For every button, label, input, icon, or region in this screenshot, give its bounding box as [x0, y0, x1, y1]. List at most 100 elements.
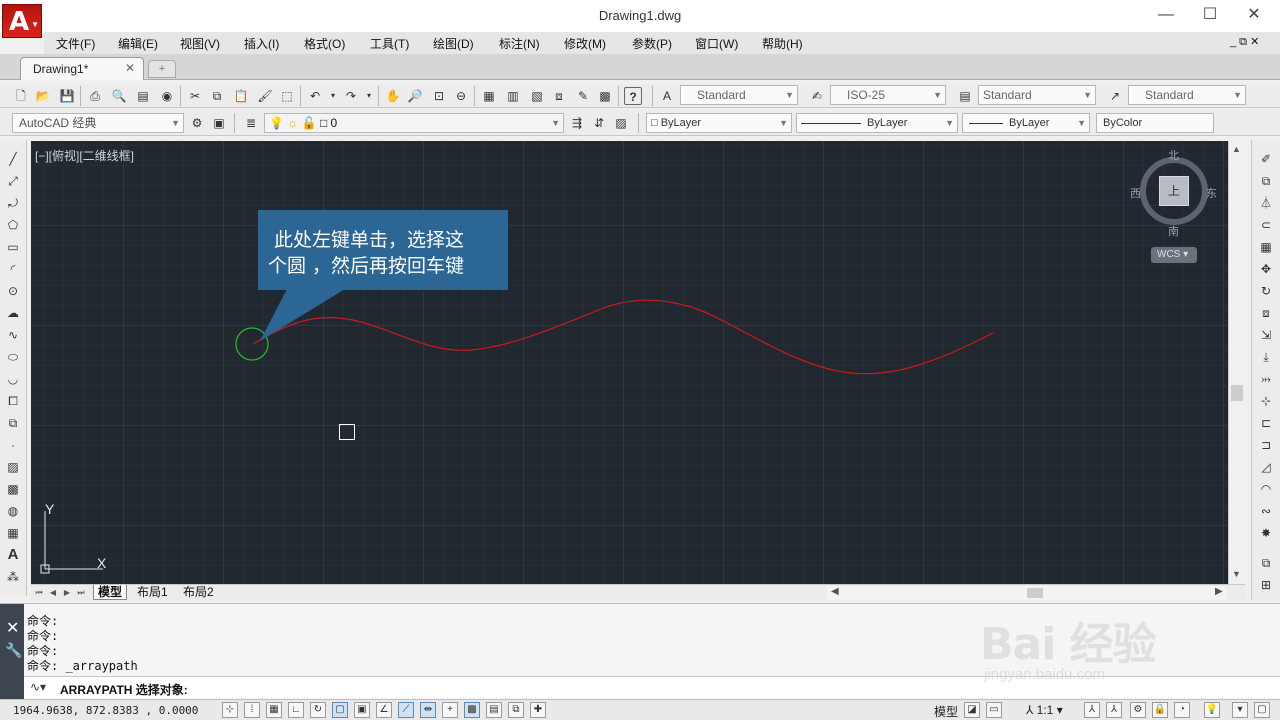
- zoom-realtime-icon[interactable]: 🔎: [406, 87, 424, 105]
- block-editor-icon[interactable]: ⬚: [278, 87, 296, 105]
- sheet-set-icon[interactable]: ⧈: [550, 87, 568, 105]
- layer-properties-icon[interactable]: ≣: [242, 114, 260, 132]
- insert-block-icon[interactable]: ⧠: [4, 392, 22, 410]
- multiline-text-icon[interactable]: A: [4, 546, 22, 564]
- point-icon[interactable]: ·: [4, 436, 22, 454]
- menu-window[interactable]: 窗口(W): [695, 35, 738, 52]
- quick-view-drawings-icon[interactable]: ▭: [986, 702, 1002, 718]
- menu-insert[interactable]: 插入(I): [244, 35, 279, 52]
- break-at-point-icon[interactable]: ⊹: [1257, 392, 1275, 410]
- menu-help[interactable]: 帮助(H): [762, 35, 803, 52]
- polygon-icon[interactable]: ⬠: [4, 216, 22, 234]
- layer-state-icon[interactable]: ▨: [612, 114, 630, 132]
- publish-icon[interactable]: ▤: [134, 87, 152, 105]
- model-space-label[interactable]: 模型: [934, 703, 958, 720]
- tab-drawing1[interactable]: Drawing1* ✕: [20, 57, 144, 80]
- menu-edit[interactable]: 编辑(E): [118, 35, 158, 52]
- last-layout-icon[interactable]: ⏭: [75, 586, 87, 599]
- explode-icon[interactable]: ✸: [1257, 524, 1275, 542]
- hatch-icon[interactable]: ▨: [4, 458, 22, 476]
- make-current-layer-icon[interactable]: ⇶: [568, 114, 586, 132]
- polar-tracking-icon[interactable]: ↻: [310, 702, 326, 718]
- horizontal-scrollbar[interactable]: ◀ ▶: [827, 586, 1227, 600]
- save-icon[interactable]: 💾: [58, 87, 76, 105]
- lineweight-toggle-icon[interactable]: +: [442, 702, 458, 718]
- calculator-icon[interactable]: ▩: [596, 87, 614, 105]
- fillet-icon[interactable]: ◠: [1257, 480, 1275, 498]
- minimize-button[interactable]: —: [1146, 4, 1186, 28]
- scroll-right-icon[interactable]: ▶: [1215, 586, 1223, 597]
- blend-curves-icon[interactable]: ∾: [1257, 502, 1275, 520]
- ortho-mode-icon[interactable]: ∟: [288, 702, 304, 718]
- circle-icon[interactable]: ⊙: [4, 282, 22, 300]
- command-spline-icon[interactable]: ∿▾: [30, 680, 46, 694]
- undo-icon[interactable]: ↶: [306, 87, 324, 105]
- rectangle-icon[interactable]: ▭: [4, 238, 22, 256]
- make-block-icon[interactable]: ⧉: [4, 414, 22, 432]
- region-icon[interactable]: ◍: [4, 502, 22, 520]
- multileader-style-select[interactable]: Standard ▼: [1128, 85, 1246, 105]
- dim-style-select[interactable]: ISO-25 ▼: [830, 85, 946, 105]
- scroll-left-icon[interactable]: ◀: [831, 586, 839, 597]
- viewcube-top-face[interactable]: 上: [1159, 176, 1189, 206]
- group-icon[interactable]: ⊞: [1257, 576, 1275, 594]
- cursor-coordinates[interactable]: 1964.9638, 872.8383 , 0.0000: [13, 704, 198, 717]
- 3d-object-snap-icon[interactable]: ▣: [354, 702, 370, 718]
- scroll-up-icon[interactable]: ▲: [1232, 144, 1241, 154]
- spline-icon[interactable]: ∿: [4, 326, 22, 344]
- lineweight-select[interactable]: ByLayer ▼: [962, 113, 1090, 133]
- annotation-scale[interactable]: ⅄ 1:1 ▾: [1026, 703, 1063, 717]
- undo-dropdown-icon[interactable]: ▾: [324, 87, 342, 105]
- customize-wrench-icon[interactable]: 🔧: [5, 642, 22, 659]
- dynamic-ucs-icon[interactable]: ⟋: [398, 702, 414, 718]
- offset-icon[interactable]: ⊂: [1257, 216, 1275, 234]
- dynamic-input-icon[interactable]: ⇹: [420, 702, 436, 718]
- table-icon[interactable]: ▦: [4, 524, 22, 542]
- layer-previous-icon[interactable]: ⇵: [590, 114, 608, 132]
- copy-icon[interactable]: ⧉: [208, 87, 226, 105]
- horizontal-scroll-thumb[interactable]: [1027, 588, 1043, 598]
- markup-icon[interactable]: ✎: [574, 87, 592, 105]
- object-snap-icon[interactable]: ▢: [332, 702, 348, 718]
- menu-view[interactable]: 视图(V): [180, 35, 220, 52]
- polyline-icon[interactable]: ⤾: [4, 194, 22, 212]
- linetype-select[interactable]: ByLayer ▼: [796, 113, 958, 133]
- arc-icon[interactable]: ◜: [4, 260, 22, 278]
- open-icon[interactable]: 📂: [34, 87, 52, 105]
- previous-layout-icon[interactable]: ◀: [47, 586, 59, 599]
- properties-icon[interactable]: ▦: [480, 87, 498, 105]
- help-icon[interactable]: ?: [624, 87, 642, 105]
- close-command-window-icon[interactable]: ✕: [6, 618, 19, 638]
- drawing-canvas[interactable]: [−][俯视][二维线框] 此处左键单击，选择这 个圆 ，然后再按回车键 上 北…: [31, 141, 1228, 584]
- grid-display-icon[interactable]: ▦: [266, 702, 282, 718]
- quick-properties-icon[interactable]: ▤: [486, 702, 502, 718]
- menu-draw[interactable]: 绘图(D): [433, 35, 474, 52]
- snap-mode-icon[interactable]: ⁞: [244, 702, 260, 718]
- lock-ui-icon[interactable]: 🔒: [1152, 702, 1168, 718]
- redo-dropdown-icon[interactable]: ▾: [360, 87, 378, 105]
- close-button[interactable]: ✕: [1234, 4, 1274, 28]
- mirror-icon[interactable]: ⏃: [1257, 194, 1275, 212]
- line-icon[interactable]: ╱: [4, 150, 22, 168]
- construction-line-icon[interactable]: ⤢: [4, 172, 22, 190]
- hardware-acceleration-icon[interactable]: ◔: [1174, 702, 1190, 718]
- annotation-visibility-icon[interactable]: ⅄: [1084, 702, 1100, 718]
- menu-file[interactable]: 文件(F): [56, 35, 95, 52]
- menu-modify[interactable]: 修改(M): [564, 35, 606, 52]
- object-snap-tracking-icon[interactable]: ∠: [376, 702, 392, 718]
- chamfer-icon[interactable]: ◿: [1257, 458, 1275, 476]
- revision-cloud-icon[interactable]: ☁: [4, 304, 22, 322]
- vertical-scrollbar[interactable]: ▲ ▼: [1228, 141, 1245, 584]
- qnew-icon[interactable]: 🗋: [12, 87, 30, 105]
- color-select[interactable]: □ ByLayer ▼: [646, 113, 792, 133]
- menu-parametric[interactable]: 参数(P): [632, 35, 672, 52]
- trim-icon[interactable]: ⤓: [1257, 348, 1275, 366]
- redo-icon[interactable]: ↷: [342, 87, 360, 105]
- menu-dimension[interactable]: 标注(N): [499, 35, 540, 52]
- copy-object-icon[interactable]: ⧉: [1257, 172, 1275, 190]
- array-icon[interactable]: ▦: [1257, 238, 1275, 256]
- paste-icon[interactable]: 📋: [232, 87, 250, 105]
- new-tab-button[interactable]: +: [148, 60, 176, 78]
- draw-order-icon[interactable]: ⧉: [1257, 554, 1275, 572]
- ellipse-arc-icon[interactable]: ◡: [4, 370, 22, 388]
